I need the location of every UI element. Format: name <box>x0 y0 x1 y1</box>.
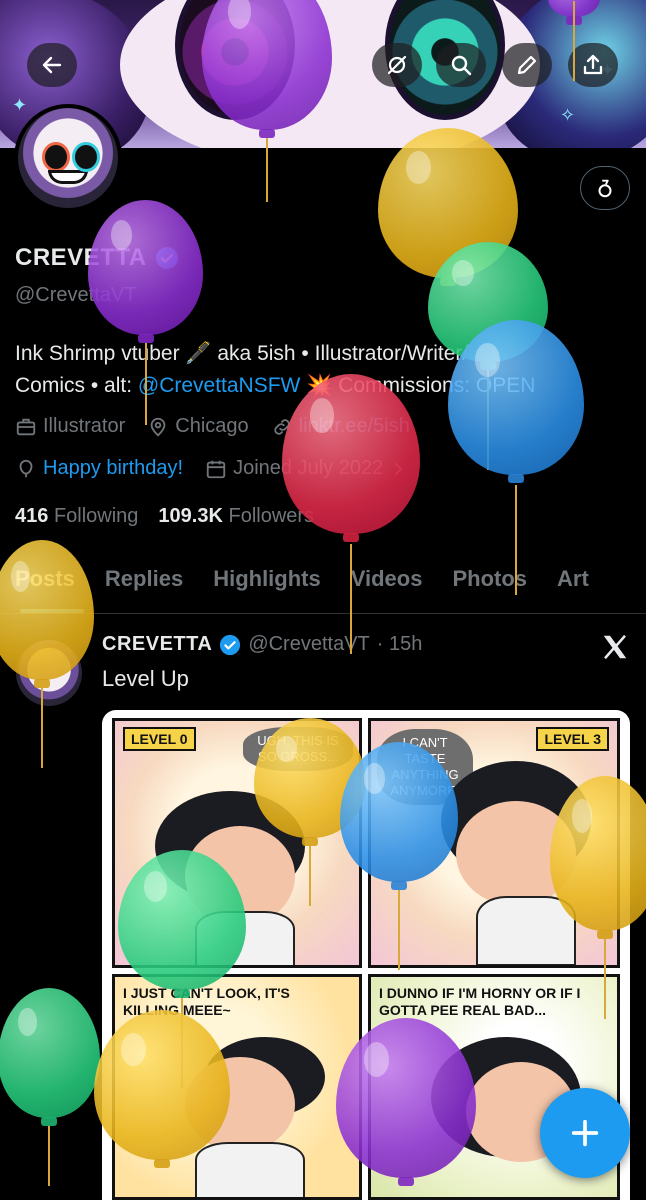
comic-panel-3: I JUST CAN'T LOOK, IT'S KILLING MEEE~ <box>112 974 362 1200</box>
profile-website[interactable]: linktr.ee/5ish <box>271 415 410 438</box>
post-author-handle[interactable]: @CrevettaVT <box>248 633 369 656</box>
verified-badge-icon[interactable] <box>155 246 179 270</box>
post-author-avatar[interactable] <box>16 640 82 706</box>
link-icon <box>273 418 290 435</box>
category-label: Illustrator <box>43 415 126 437</box>
level-label: LEVEL 0 <box>123 727 196 751</box>
post-timestamp[interactable]: · 15h <box>377 633 423 656</box>
ring-bag-icon <box>598 179 612 198</box>
tab-photos[interactable]: Photos <box>437 552 542 613</box>
search-button[interactable] <box>436 43 486 87</box>
location-pin-icon <box>150 417 166 436</box>
profile-tabs: Posts Replies Highlights Videos Photos A… <box>0 552 646 614</box>
birthday-balloon <box>0 988 100 1186</box>
bio-alt-account-link[interactable]: @CrevettaNSFW <box>138 374 301 397</box>
tab-videos[interactable]: Videos <box>336 552 438 613</box>
x-logo-icon <box>603 634 627 660</box>
level-label: LEVEL 3 <box>536 727 609 751</box>
bio-text: Ink Shrimp vtuber 🖋️ aka 5ish • Illustra… <box>15 342 469 365</box>
tab-art[interactable]: Art <box>542 552 604 613</box>
following-count: 416 <box>15 505 49 527</box>
comic-panel-1: LEVEL 0 UGH, THIS IS SO GROSS... <box>112 718 362 968</box>
arrow-left-icon <box>42 56 62 74</box>
share-icon <box>583 54 603 75</box>
birthday-balloon <box>378 128 518 286</box>
avatar-image <box>18 108 118 208</box>
share-button[interactable] <box>568 43 618 87</box>
followers-count: 109.3K <box>158 505 223 527</box>
profile-handle: @CrevettaVT <box>15 284 137 306</box>
birthday-label[interactable]: Happy birthday! <box>43 457 183 480</box>
post-header: CREVETTA @CrevettaVT · 15h <box>102 633 422 656</box>
following-stat[interactable]: 416 Following <box>15 505 138 528</box>
profile-meta-row-2: Happy birthday! Joined July 2022 <box>15 457 407 480</box>
tab-replies[interactable]: Replies <box>90 552 198 613</box>
joined-label: Joined July 2022 <box>233 457 384 479</box>
comic-caption: I DUNNO IF I'M HORNY OR IF I GOTTA PEE R… <box>379 985 581 1018</box>
eye-off-icon <box>387 55 407 75</box>
profile-location: Chicago <box>147 415 249 438</box>
profile-avatar[interactable] <box>14 104 122 212</box>
location-label: Chicago <box>175 415 249 437</box>
compose-button[interactable] <box>540 1088 630 1178</box>
profile-bio: Ink Shrimp vtuber 🖋️ aka 5ish • Illustra… <box>15 338 635 402</box>
followers-label: Followers <box>228 505 315 527</box>
sparkle-icon: ✧ <box>560 105 576 125</box>
website-link[interactable]: linktr.ee/5ish <box>299 415 410 438</box>
comic-caption: I JUST CAN'T LOOK, IT'S KILLING MEEE~ <box>123 985 290 1018</box>
profile-joined[interactable]: Joined July 2022 <box>205 457 407 480</box>
profile-stats: 416 Following 109.3K Followers <box>15 505 314 528</box>
profile-meta-row: Illustrator Chicago linktr.ee/5ish <box>15 415 410 438</box>
edit-button[interactable] <box>502 43 552 87</box>
bio-text: 💥 Commissions: OPEN <box>300 374 536 397</box>
calendar-icon <box>206 460 226 478</box>
verified-badge-icon <box>220 634 241 655</box>
profile-name: CREVETTA <box>15 244 147 271</box>
profile-category: Illustrator <box>15 415 125 438</box>
hide-button[interactable] <box>372 43 422 87</box>
subscribe-button[interactable] <box>580 166 630 210</box>
speech-bubble: UGH, THIS IS SO GROSS... <box>243 727 353 771</box>
pencil-icon <box>517 55 537 75</box>
briefcase-icon <box>16 418 36 435</box>
profile-birthday: Happy birthday! <box>15 457 183 480</box>
plus-icon <box>571 1119 599 1147</box>
sparkle-icon: ✦ <box>12 95 28 115</box>
back-button[interactable] <box>27 43 77 87</box>
comic-panel-2: LEVEL 3 I CAN'T TASTE ANYTHING ANYMORE! <box>368 718 620 968</box>
chevron-right-icon <box>395 462 403 475</box>
tab-highlights[interactable]: Highlights <box>198 552 336 613</box>
following-label: Following <box>53 505 139 527</box>
profile-name-row: CREVETTA <box>15 244 179 272</box>
post-author-name[interactable]: CREVETTA <box>102 633 212 656</box>
balloon-icon <box>19 459 33 477</box>
tab-posts[interactable]: Posts <box>0 552 90 613</box>
post-text: Level Up <box>102 666 189 691</box>
search-icon <box>451 55 472 76</box>
followers-stat[interactable]: 109.3K Followers <box>158 505 314 528</box>
bio-text: Comics • alt: <box>15 374 138 397</box>
